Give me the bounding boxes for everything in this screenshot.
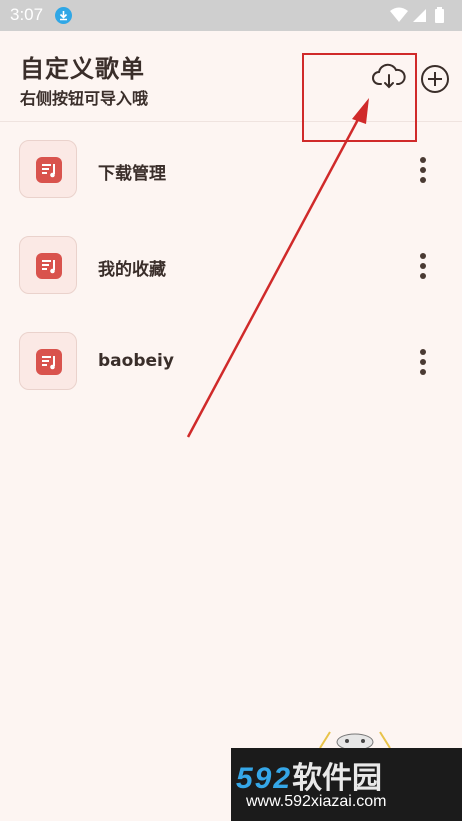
watermark-brand-text: 软件园 xyxy=(292,762,383,795)
watermark-brand-number: 592 xyxy=(236,762,293,795)
annotation-arrow xyxy=(186,98,369,438)
watermark-brand: 592软件园 xyxy=(236,753,382,797)
watermark-url: www.592xiazai.com xyxy=(246,793,387,810)
watermark-mascot-icon xyxy=(319,731,391,750)
